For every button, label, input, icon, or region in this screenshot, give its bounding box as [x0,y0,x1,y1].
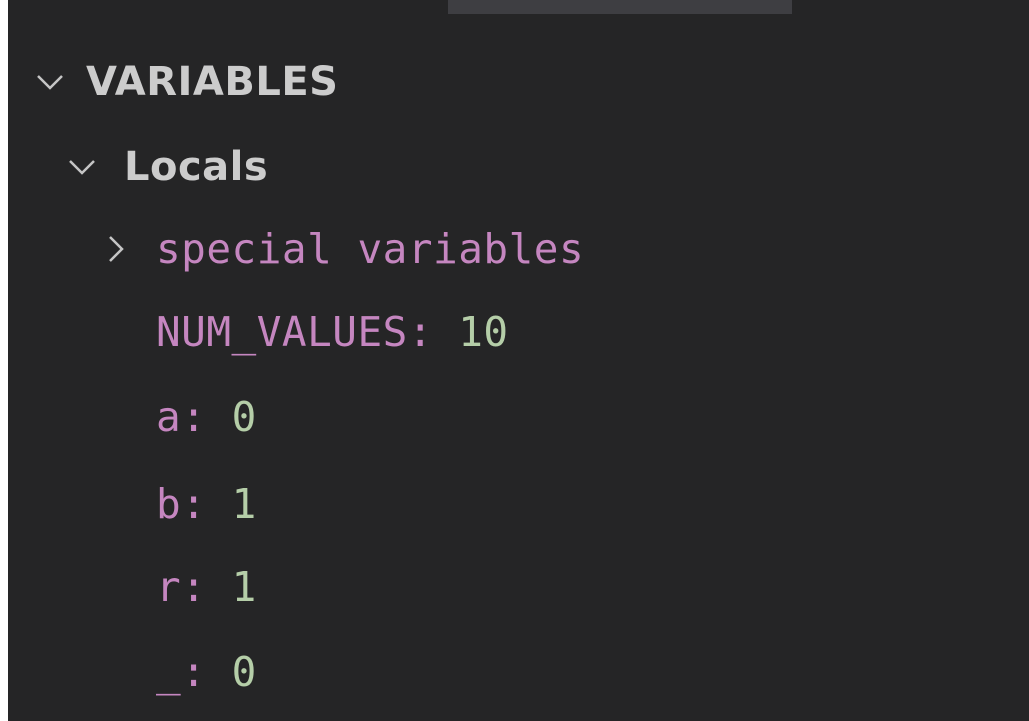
scrollbar-thumb[interactable] [448,0,792,14]
variable-name: _ [156,648,182,696]
variable-separator: : [181,563,232,611]
chevron-down-icon [30,62,70,102]
variable-separator: : [407,308,459,356]
chevron-down-icon [62,147,102,187]
chevron-right-icon [96,229,136,269]
special-variables-item[interactable]: special variables [8,209,1029,289]
variables-section-header[interactable]: VARIABLES [8,42,1029,122]
variable-row[interactable]: NUM_VALUES: 10 [8,292,1029,372]
variable-value: 10 [458,308,509,356]
variable-row[interactable]: a: 0 [8,377,1029,457]
variable-value: 1 [231,480,257,528]
variable-name: r [156,563,182,611]
section-title: VARIABLES [86,59,339,105]
variable-separator: : [181,393,232,441]
variable-name: NUM_VALUES [156,308,408,356]
variable-row[interactable]: _: 0 [8,632,1029,712]
variable-value: 0 [231,648,257,696]
variable-row[interactable]: b: 1 [8,464,1029,544]
special-variables-label: special variables [156,225,585,273]
variable-separator: : [181,480,232,528]
scope-label: Locals [124,144,269,190]
scope-locals[interactable]: Locals [8,127,1029,207]
variable-name: a [156,393,182,441]
variable-name: b [156,480,182,528]
variable-separator: : [181,648,232,696]
debug-variables-panel: VARIABLES Locals special variables NUM_V… [8,0,1029,721]
variable-value: 1 [231,563,257,611]
variable-value: 0 [231,393,257,441]
variable-row[interactable]: r: 1 [8,547,1029,627]
